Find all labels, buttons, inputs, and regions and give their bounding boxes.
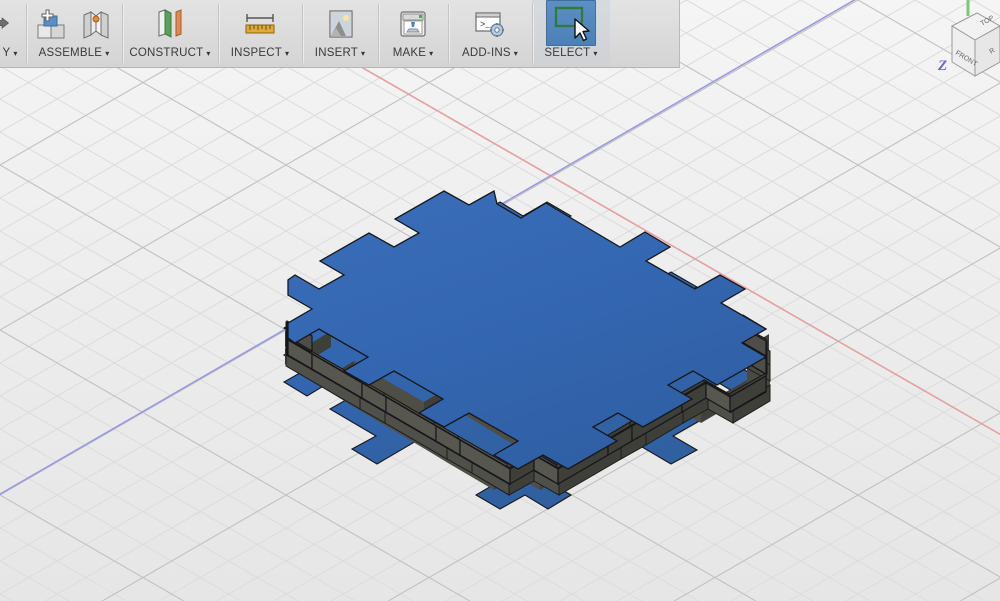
toolbar-label-insert-text: INSERT: [314, 47, 358, 59]
toolbar-label-make-text: MAKE: [392, 47, 427, 59]
scripts-addins-icon[interactable]: >_: [470, 4, 510, 46]
model-top-face[interactable]: [287, 190, 768, 470]
toolbar-label-assemble-text: ASSEMBLE: [38, 47, 103, 59]
chevron-down-icon[interactable]: ▾: [285, 50, 289, 58]
toolbar-label-insert[interactable]: INSERT ▾: [315, 46, 365, 63]
toolbar-label-make[interactable]: MAKE ▾: [393, 46, 434, 63]
toolbar-label-construct[interactable]: CONSTRUCT ▾: [129, 46, 210, 63]
3d-print-icon[interactable]: [393, 4, 433, 46]
ribbon-toolbar[interactable]: Y ▾ ASSEMBLE ▾ CONSTRUCT ▾ INSPECT ▾ INS…: [0, 0, 680, 68]
3d-viewport[interactable]: TOP FRONT R Z: [0, 0, 1000, 601]
chevron-down-icon[interactable]: ▾: [593, 50, 597, 58]
chevron-down-icon[interactable]: ▾: [13, 50, 17, 58]
toolbar-label-addins-text: ADD-INS: [462, 47, 511, 59]
toolbar-group-addins[interactable]: >_ ADD-INS ▾: [448, 0, 532, 67]
svg-text:>_: >_: [480, 20, 491, 30]
model-render[interactable]: [0, 0, 1000, 601]
modify-icon[interactable]: [0, 4, 15, 46]
toolbar-label-addins[interactable]: ADD-INS ▾: [462, 46, 518, 63]
new-component-icon[interactable]: [32, 4, 72, 46]
toolbar-label-modify[interactable]: Y ▾: [2, 46, 17, 63]
chevron-down-icon[interactable]: ▾: [361, 50, 365, 58]
chevron-down-icon[interactable]: ▾: [206, 50, 210, 58]
toolbar-group-insert[interactable]: INSERT ▾: [302, 0, 378, 67]
toolbar-label-construct-text: CONSTRUCT: [129, 47, 204, 59]
measure-ruler-icon[interactable]: [240, 4, 280, 46]
toolbar-group-modify[interactable]: Y ▾: [0, 0, 26, 67]
toolbar-label-assemble[interactable]: ASSEMBLE ▾: [39, 46, 110, 63]
toolbar-group-select[interactable]: SELECT ▾: [532, 0, 610, 67]
insert-image-icon[interactable]: [320, 4, 360, 46]
toolbar-label-inspect[interactable]: INSPECT ▾: [231, 46, 289, 63]
toolbar-group-assemble[interactable]: ASSEMBLE ▾: [26, 0, 122, 67]
toolbar-label-select-text: SELECT: [544, 47, 591, 59]
chevron-down-icon[interactable]: ▾: [105, 50, 109, 58]
chevron-down-icon[interactable]: ▾: [429, 50, 433, 58]
chevron-down-icon[interactable]: ▾: [514, 50, 518, 58]
toolbar-group-make[interactable]: MAKE ▾: [378, 0, 448, 67]
toolbar-label-inspect-text: INSPECT: [230, 47, 283, 59]
toolbar-label-modify-text: Y: [2, 47, 11, 59]
joint-icon[interactable]: [76, 4, 116, 46]
offset-plane-icon[interactable]: [150, 4, 190, 46]
view-cube[interactable]: TOP FRONT R: [890, 0, 1000, 100]
select-window-icon[interactable]: [546, 0, 596, 46]
toolbar-group-inspect[interactable]: INSPECT ▾: [218, 0, 302, 67]
fusion-app-window: TOP FRONT R Z Y ▾ ASSEMBLE ▾ CONSTRUCT ▾…: [0, 0, 1000, 601]
toolbar-group-construct[interactable]: CONSTRUCT ▾: [122, 0, 218, 67]
toolbar-label-select[interactable]: SELECT ▾: [544, 46, 597, 63]
z-axis-label: Z: [938, 58, 948, 74]
